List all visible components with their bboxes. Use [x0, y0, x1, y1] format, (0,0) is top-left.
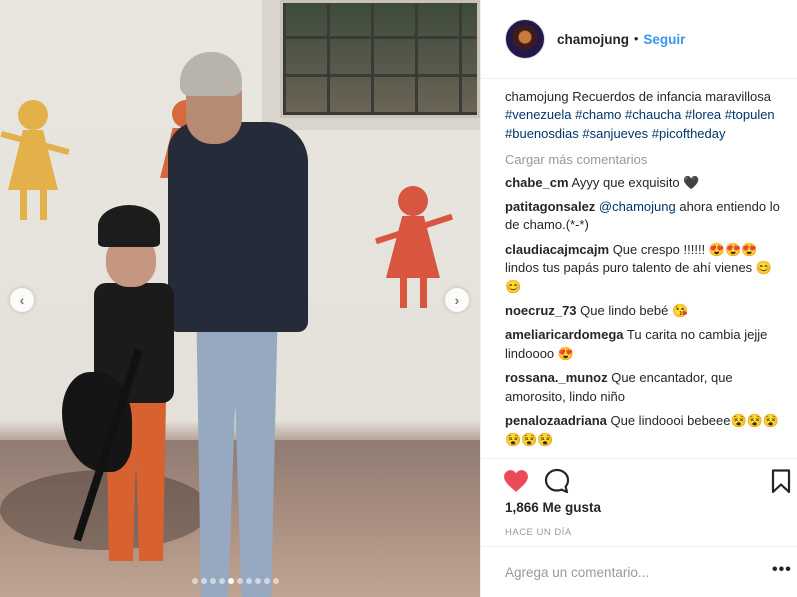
comment-item: noecruz_73 Que lindo bebé 😘	[505, 302, 785, 320]
yellow-doll-decoration	[0, 100, 70, 220]
comment-username[interactable]: rossana._munoz	[505, 370, 608, 385]
comment-text: Ayyy que exquisito 🖤	[571, 174, 700, 190]
caption-username[interactable]: chamojung	[505, 89, 569, 104]
header-separator: •	[634, 32, 639, 46]
heart-icon[interactable]	[503, 469, 529, 493]
comment-username[interactable]: patitagonsalez	[505, 199, 595, 214]
comment-item: patitagonsalez @chamojung ahora entiendo…	[505, 198, 785, 235]
comment-item: claudiacajmcajm Que crespo !!!!!! 😍😍😍 li…	[505, 241, 785, 296]
load-more-comments-button[interactable]: Cargar más comentarios	[505, 151, 785, 169]
hashtag-link[interactable]: #sanjueves	[582, 126, 648, 141]
comment-username[interactable]: claudiacajmcajm	[505, 242, 609, 257]
comment-icon[interactable]	[544, 468, 570, 494]
chevron-left-icon: ‹	[19, 292, 25, 308]
carousel-dot	[228, 578, 234, 584]
carousel-dot	[246, 578, 252, 584]
carousel-dot	[255, 578, 261, 584]
post-actions	[481, 458, 797, 500]
comment-item: penalozaadriana Que lindoooi bebeee😵😵😵😵😵…	[505, 412, 785, 449]
hashtag-link[interactable]: #lorea	[685, 107, 721, 122]
more-options-button[interactable]: •••	[772, 561, 792, 579]
comment-username[interactable]: noecruz_73	[505, 303, 577, 318]
hashtag-link[interactable]: #chamo	[575, 107, 621, 122]
carousel-dot	[210, 578, 216, 584]
carousel-dot	[201, 578, 207, 584]
comment-username[interactable]: ameliaricardomega	[505, 327, 624, 342]
carousel-dot	[237, 578, 243, 584]
carousel-dot	[273, 578, 279, 584]
comment-item: ameliaricardomega Tu carita no cambia je…	[505, 326, 785, 363]
comment-username[interactable]: penalozaadriana	[505, 413, 607, 428]
comment-item: chabe_cm Ayyy que exquisito 🖤	[505, 174, 785, 192]
hashtag-link[interactable]: #picoftheday	[652, 126, 726, 141]
carousel-dot	[192, 578, 198, 584]
post-sidebar: chamojung • Seguir chamojung Recuerdos d…	[480, 0, 797, 597]
hashtag-link[interactable]: #topulen	[725, 107, 775, 122]
post-caption: chamojung Recuerdos de infancia maravill…	[505, 88, 785, 143]
post-timestamp[interactable]: HACE UN DÍA	[505, 527, 572, 538]
follow-button[interactable]: Seguir	[643, 32, 685, 47]
comment-username[interactable]: chabe_cm	[505, 175, 569, 190]
comment-input[interactable]	[505, 565, 745, 580]
comment-text: Que lindo bebé 😘	[580, 303, 689, 319]
carousel-next-button[interactable]: ›	[445, 288, 469, 312]
carousel-dot	[219, 578, 225, 584]
carousel-prev-button[interactable]: ‹	[10, 288, 34, 312]
header-username[interactable]: chamojung	[557, 32, 629, 47]
comment-mention[interactable]: @chamojung	[599, 199, 676, 214]
chevron-right-icon: ›	[454, 292, 460, 308]
hashtag-link[interactable]: #venezuela	[505, 107, 572, 122]
comments-list: chamojung Recuerdos de infancia maravill…	[505, 88, 785, 458]
add-comment-bar: •••	[481, 546, 797, 597]
carousel-dot	[264, 578, 270, 584]
hashtag-link[interactable]: #buenosdias	[505, 126, 579, 141]
caption-text: Recuerdos de infancia maravillosa	[572, 89, 771, 104]
likes-count[interactable]: 1,866 Me gusta	[505, 500, 601, 515]
avatar[interactable]	[505, 19, 545, 59]
post-photo[interactable]: ‹ ›	[0, 0, 480, 597]
post-header: chamojung • Seguir	[481, 0, 797, 79]
hashtag-link[interactable]: #chaucha	[625, 107, 681, 122]
carousel-indicator	[192, 578, 279, 584]
comment-item: rossana._munoz Que encantador, que amoro…	[505, 369, 785, 406]
bookmark-icon[interactable]	[771, 469, 791, 494]
red-doll-decoration	[368, 186, 458, 308]
